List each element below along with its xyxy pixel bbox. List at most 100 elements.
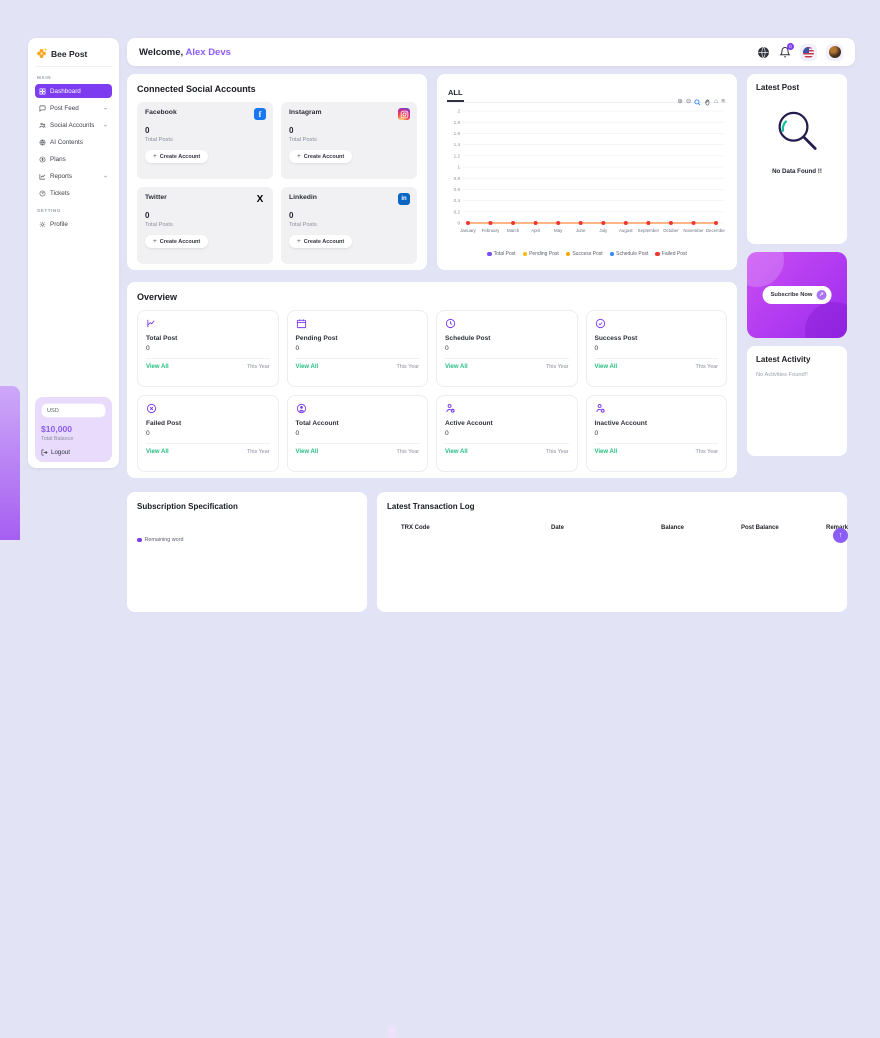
view-all-link[interactable]: View All: [296, 364, 319, 370]
sidebar-item-social-accounts[interactable]: Social Accounts: [35, 118, 112, 132]
sidebar-item-profile[interactable]: Profile: [35, 217, 112, 231]
svg-text:1.4: 1.4: [454, 142, 461, 147]
svg-text:May: May: [554, 228, 563, 233]
period-label: This Year: [546, 364, 568, 370]
tile-value: 0: [146, 430, 270, 437]
view-all-link[interactable]: View All: [146, 364, 169, 370]
dashboard-icon: [39, 88, 46, 95]
subscribe-now-button[interactable]: Subscribe Now ↗: [763, 286, 832, 304]
sidebar-item-ai-contents[interactable]: AI Contents: [35, 135, 112, 149]
legend-item[interactable]: Failed Post: [655, 251, 687, 257]
transaction-log-title: Latest Transaction Log: [387, 502, 837, 511]
plus-icon: +: [297, 153, 301, 160]
svg-text:September: September: [638, 228, 660, 233]
legend-dot: [566, 252, 571, 257]
app-logo[interactable]: Bee Post: [35, 46, 112, 67]
home-icon[interactable]: ⌂: [714, 99, 718, 106]
sidebar-item-label: Dashboard: [50, 88, 81, 95]
legend-item[interactable]: Schedule Post: [610, 251, 649, 257]
svg-text:0.6: 0.6: [454, 187, 461, 192]
sidebar-item-reports[interactable]: Reports: [35, 169, 112, 183]
tile-title: Active Account: [445, 420, 569, 427]
period-label: This Year: [247, 364, 269, 370]
create-account-button[interactable]: +Create Account: [289, 235, 352, 248]
svg-text:2: 2: [457, 109, 460, 114]
sidebar-item-label: Plans: [50, 156, 66, 163]
scroll-top-button[interactable]: ↑: [833, 528, 848, 543]
legend-dot: [610, 252, 615, 257]
sidebar-item-dashboard[interactable]: Dashboard: [35, 84, 112, 98]
notification-badge: 0: [787, 43, 794, 50]
legend-item[interactable]: Success Post: [566, 251, 603, 257]
decorative-gradient-strip: [0, 386, 20, 540]
tile-title: Total Post: [146, 335, 270, 342]
tab-all[interactable]: ALL: [447, 88, 464, 102]
chart-legend: Total Post Pending Post Success Post Schedu…: [447, 251, 727, 257]
create-account-button[interactable]: +Create Account: [145, 150, 208, 163]
language-flag-button[interactable]: [800, 44, 817, 61]
sidebar-item-post-feed[interactable]: Post Feed: [35, 101, 112, 115]
tile-value: 0: [296, 345, 420, 352]
tile-title: Success Post: [595, 335, 719, 342]
pan-icon[interactable]: [704, 99, 711, 106]
tile-value: 0: [595, 430, 719, 437]
legend-item[interactable]: Total Post: [487, 251, 515, 257]
period-label: This Year: [696, 364, 718, 370]
svg-text:March: March: [507, 228, 520, 233]
selection-zoom-icon[interactable]: [694, 99, 701, 106]
transaction-table-header: TRX Code Date Balance Post Balance Remar…: [387, 525, 837, 531]
overview-tile-schedule-post: Schedule Post 0 View AllThis Year: [436, 310, 578, 387]
zoom-in-icon[interactable]: ⊕: [677, 99, 682, 106]
line-chart[interactable]: 00.20.40.60.811.21.41.61.82JanuaryFebrua…: [447, 105, 727, 251]
globe-icon[interactable]: [757, 46, 770, 59]
total-posts-label: Total Posts: [289, 137, 409, 143]
chart-toolbar: ⊕ ⊖ ⌂ ≡: [677, 99, 725, 106]
overview-card: Overview Total Post 0 View AllThis Year …: [127, 282, 737, 478]
platform-name: Twitter: [145, 194, 265, 201]
view-all-link[interactable]: View All: [595, 449, 618, 455]
tile-value: 0: [296, 430, 420, 437]
sidebar-item-label: Tickets: [50, 190, 70, 197]
create-account-button[interactable]: +Create Account: [289, 150, 352, 163]
tile-title: Pending Post: [296, 335, 420, 342]
total-posts-value: 0: [145, 126, 265, 135]
view-all-link[interactable]: View All: [296, 449, 319, 455]
subscription-spec-title: Subscription Specification: [137, 502, 357, 511]
bee-logo-icon: [36, 48, 47, 59]
svg-text:1.6: 1.6: [454, 131, 461, 136]
facebook-icon: f: [254, 108, 266, 120]
sidebar-item-label: Profile: [50, 221, 68, 228]
overview-tile-failed-post: Failed Post 0 View AllThis Year: [137, 395, 279, 472]
total-posts-value: 0: [289, 126, 409, 135]
magnifier-illustration: [756, 106, 838, 158]
svg-text:April: April: [531, 228, 540, 233]
top-header: Welcome, Alex Devs 0: [127, 38, 855, 66]
currency-select[interactable]: USD: [41, 403, 106, 418]
period-label: This Year: [247, 449, 269, 455]
total-posts-label: Total Posts: [289, 222, 409, 228]
view-all-link[interactable]: View All: [445, 449, 468, 455]
tile-value: 0: [445, 345, 569, 352]
subscription-specification-card: Subscription Specification Remaining wor…: [127, 492, 367, 612]
bell-icon[interactable]: 0: [779, 46, 791, 58]
check-circle-icon: [595, 318, 719, 329]
sidebar-item-label: Post Feed: [50, 105, 79, 112]
legend-item[interactable]: Pending Post: [523, 251, 559, 257]
view-all-link[interactable]: View All: [445, 364, 468, 370]
profile-avatar-button[interactable]: [826, 44, 843, 61]
logout-button[interactable]: Logout: [41, 449, 106, 456]
tile-value: 0: [445, 430, 569, 437]
decorative-circle: [747, 252, 784, 287]
sidebar-item-tickets[interactable]: Tickets: [35, 186, 112, 200]
latest-activity-card: Latest Activity No Activities Found!!: [747, 346, 847, 456]
x-circle-icon: [146, 403, 270, 414]
view-all-link[interactable]: View All: [595, 364, 618, 370]
view-all-link[interactable]: View All: [146, 449, 169, 455]
instagram-icon: [398, 108, 410, 120]
zoom-out-icon[interactable]: ⊖: [686, 99, 691, 106]
sidebar-item-plans[interactable]: Plans: [35, 152, 112, 166]
social-tile-twitter: Twitter X 0 Total Posts +Create Account: [137, 187, 273, 264]
menu-icon[interactable]: ≡: [721, 99, 725, 106]
ai-contents-icon: [39, 139, 46, 146]
create-account-button[interactable]: +Create Account: [145, 235, 208, 248]
